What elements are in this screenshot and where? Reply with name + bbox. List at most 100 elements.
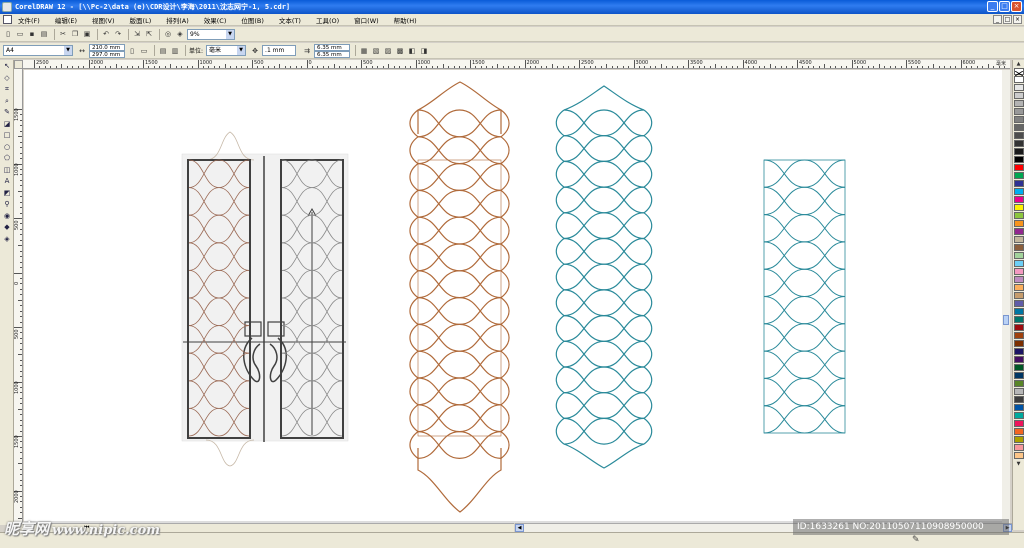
color-swatch[interactable] <box>1014 220 1024 227</box>
all-pages-icon[interactable]: ▤ <box>158 46 168 56</box>
menu-arrange[interactable]: 排列(A) <box>166 15 189 25</box>
vertical-ruler[interactable]: 1500 1000 500 0 500 1000 1500 2000 <box>14 69 23 523</box>
menu-bitmaps[interactable]: 位图(B) <box>241 15 264 25</box>
new-file-icon[interactable]: ▯ <box>3 29 13 39</box>
color-swatch[interactable] <box>1014 100 1024 107</box>
color-swatch[interactable] <box>1014 356 1024 363</box>
color-swatch[interactable] <box>1014 340 1024 347</box>
color-swatch[interactable] <box>1014 148 1024 155</box>
drawing-canvas[interactable] <box>24 70 1010 523</box>
framed-teal-pattern[interactable] <box>763 159 846 434</box>
interactive-blend-tool-icon[interactable]: ◩ <box>2 188 12 198</box>
zoom-combo[interactable]: 9% ▼ <box>187 28 235 40</box>
color-swatch[interactable] <box>1014 132 1024 139</box>
menu-view[interactable]: 视图(V) <box>92 15 115 25</box>
nudge-field[interactable]: .1 mm <box>262 45 297 56</box>
undo-icon[interactable]: ↶ <box>101 29 111 39</box>
color-swatch[interactable] <box>1014 388 1024 395</box>
color-swatch[interactable] <box>1014 332 1024 339</box>
duplicate-y-field[interactable]: 6.35 mm <box>314 50 351 58</box>
color-swatch[interactable] <box>1014 316 1024 323</box>
save-icon[interactable]: ▪ <box>27 29 37 39</box>
color-swatch[interactable] <box>1014 84 1024 91</box>
print-icon[interactable]: ▤ <box>39 29 49 39</box>
page-width-field[interactable]: 210.0 mm <box>89 43 125 51</box>
color-swatch[interactable] <box>1014 180 1024 187</box>
copy-icon[interactable]: ❐ <box>70 29 80 39</box>
zoom-tool-icon[interactable]: ⌕ <box>2 96 12 106</box>
palette-scroll-down-icon[interactable]: ▼ <box>1013 460 1024 468</box>
vertical-scrollbar[interactable] <box>1002 70 1010 523</box>
color-swatch[interactable] <box>1014 420 1024 427</box>
cut-icon[interactable]: ✂ <box>58 29 68 39</box>
color-swatch[interactable] <box>1014 452 1024 459</box>
text-tool-icon[interactable]: A <box>2 176 12 186</box>
color-swatch[interactable] <box>1014 244 1024 251</box>
options-icon[interactable]: ◨ <box>419 46 429 56</box>
eyedropper-tool-icon[interactable]: ⚲ <box>2 199 12 209</box>
maximize-button[interactable]: □ <box>999 1 1010 12</box>
color-swatch[interactable] <box>1014 404 1024 411</box>
menu-help[interactable]: 帮助(H) <box>394 15 417 25</box>
color-swatch[interactable] <box>1014 252 1024 259</box>
corel-online-icon[interactable]: ◈ <box>175 29 185 39</box>
paste-icon[interactable]: ▣ <box>82 29 92 39</box>
freehand-tool-icon[interactable]: ✎ <box>2 107 12 117</box>
color-swatch[interactable] <box>1014 108 1024 115</box>
ruler-corner[interactable] <box>14 60 23 69</box>
import-icon[interactable]: ⇲ <box>132 29 142 39</box>
menu-effects[interactable]: 效果(C) <box>204 15 227 25</box>
open-folder-icon[interactable]: ▭ <box>15 29 25 39</box>
color-swatch[interactable] <box>1014 284 1024 291</box>
polygon-tool-icon[interactable]: ⬠ <box>2 153 12 163</box>
menu-edit[interactable]: 编辑(E) <box>55 15 77 25</box>
menu-file[interactable]: 文件(F) <box>18 15 40 25</box>
landscape-icon[interactable]: ▭ <box>139 46 149 56</box>
fill-tool-icon[interactable]: ◆ <box>2 222 12 232</box>
color-swatch[interactable] <box>1014 236 1024 243</box>
palette-scroll-up-icon[interactable]: ▲ <box>1013 60 1024 68</box>
basic-shapes-tool-icon[interactable]: ◫ <box>2 165 12 175</box>
rectangle-tool-icon[interactable]: □ <box>2 130 12 140</box>
color-swatch[interactable] <box>1014 348 1024 355</box>
menu-window[interactable]: 窗口(W) <box>354 15 379 25</box>
color-swatch[interactable] <box>1014 308 1024 315</box>
color-swatch[interactable] <box>1014 92 1024 99</box>
color-swatch[interactable] <box>1014 204 1024 211</box>
crop-tool-icon[interactable]: ⌗ <box>2 84 12 94</box>
horizontal-ruler[interactable]: 2500 2000 1500 1000 500 0 500 1000 1500 2000 2500 3… <box>14 60 1010 69</box>
snap-grid-icon[interactable]: ▦ <box>359 46 369 56</box>
color-swatch[interactable] <box>1014 76 1024 83</box>
color-swatch[interactable] <box>1014 428 1024 435</box>
snap-guidelines-icon[interactable]: ▧ <box>371 46 381 56</box>
interactive-fill-tool-icon[interactable]: ◈ <box>2 234 12 244</box>
color-swatch[interactable] <box>1014 268 1024 275</box>
app-launcher-icon[interactable]: ◎ <box>163 29 173 39</box>
no-fill-swatch[interactable] <box>1014 68 1024 77</box>
title-bar[interactable]: CorelDRAW 12 - [\\Pc-2\data (e)\CDR设计\李海… <box>0 0 1024 14</box>
current-page-icon[interactable]: ▥ <box>170 46 180 56</box>
page-height-field[interactable]: 297.0 mm <box>89 50 125 58</box>
doc-close-button[interactable]: × <box>1013 15 1022 24</box>
snap-objects-icon[interactable]: ▨ <box>383 46 393 56</box>
color-swatch[interactable] <box>1014 292 1024 299</box>
ellipse-tool-icon[interactable]: ○ <box>2 142 12 152</box>
color-swatch[interactable] <box>1014 188 1024 195</box>
unit-combo[interactable]: 毫米 ▼ <box>206 45 247 56</box>
pick-tool-icon[interactable]: ↖ <box>2 61 12 71</box>
menu-layout[interactable]: 版面(L) <box>130 15 152 25</box>
close-button[interactable]: × <box>1011 1 1022 12</box>
color-swatch[interactable] <box>1014 212 1024 219</box>
color-swatch[interactable] <box>1014 172 1024 179</box>
color-swatch[interactable] <box>1014 164 1024 171</box>
doc-minimize-button[interactable]: _ <box>993 15 1002 24</box>
color-swatch[interactable] <box>1014 156 1024 163</box>
reference-image[interactable] <box>181 131 349 467</box>
minimize-button[interactable]: _ <box>987 1 998 12</box>
color-swatch[interactable] <box>1014 228 1024 235</box>
document-icon[interactable] <box>3 15 12 24</box>
scroll-left-button[interactable]: ◀ <box>515 524 524 532</box>
menu-text[interactable]: 文本(T) <box>279 15 301 25</box>
portrait-icon[interactable]: ▯ <box>127 46 137 56</box>
brown-lattice-pattern[interactable] <box>409 81 510 513</box>
